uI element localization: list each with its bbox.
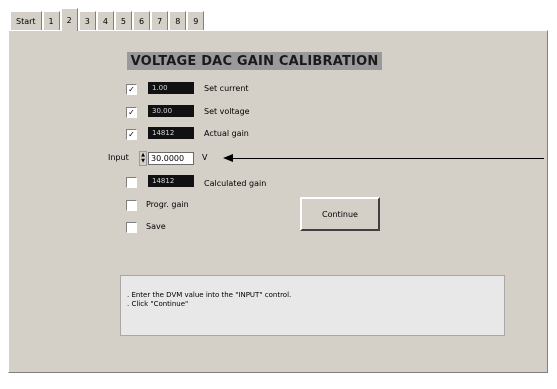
actual-gain-label: Actual gain xyxy=(204,129,249,138)
tab-7[interactable]: 7 xyxy=(151,11,169,31)
instruction-line: . Click "Continue" xyxy=(127,300,189,308)
stepper-down-icon[interactable]: ▼ xyxy=(140,158,146,164)
tab-8[interactable]: 8 xyxy=(169,11,187,31)
set-current-checkbox[interactable]: ✓ xyxy=(126,84,137,95)
tab-4[interactable]: 4 xyxy=(96,11,114,31)
instructions-box: . Enter the DVM value into the "INPUT" c… xyxy=(120,275,505,336)
tab-6[interactable]: 6 xyxy=(133,11,151,31)
prog-gain-checkbox[interactable] xyxy=(126,200,137,211)
tab-9[interactable]: 9 xyxy=(187,11,205,31)
pointer-line xyxy=(232,158,544,159)
save-checkbox[interactable] xyxy=(126,222,137,233)
input-label: Input xyxy=(108,153,129,162)
page-title: VOLTAGE DAC GAIN CALIBRATION xyxy=(127,52,382,70)
actual-gain-checkbox[interactable]: ✓ xyxy=(126,129,137,140)
set-current-label: Set current xyxy=(204,84,249,93)
calculated-gain-checkbox[interactable] xyxy=(126,177,137,188)
set-voltage-label: Set voltage xyxy=(204,107,250,116)
set-voltage-checkbox[interactable]: ✓ xyxy=(126,107,137,118)
actual-gain-indicator: 14812 xyxy=(148,127,194,139)
calculated-gain-label: Calculated gain xyxy=(204,179,267,188)
calculated-gain-indicator: 14812 xyxy=(148,175,194,187)
tab-3[interactable]: 3 xyxy=(78,11,96,31)
continue-button[interactable]: Continue xyxy=(300,197,380,231)
instruction-line: . Enter the DVM value into the "INPUT" c… xyxy=(127,291,292,299)
tab-1[interactable]: 1 xyxy=(42,11,60,31)
input-unit: V xyxy=(202,153,208,162)
set-current-indicator: 1.00 xyxy=(148,82,194,94)
tab-5[interactable]: 5 xyxy=(114,11,133,31)
set-voltage-indicator: 30.00 xyxy=(148,105,194,117)
prog-gain-label: Progr. gain xyxy=(146,200,189,209)
tab-strip: Start 1 2 3 4 5 6 7 8 9 xyxy=(10,8,205,31)
tab-2[interactable]: 2 xyxy=(60,8,78,31)
input-stepper[interactable]: ▲ ▼ xyxy=(139,151,147,166)
tab-start[interactable]: Start xyxy=(10,11,42,31)
save-label: Save xyxy=(146,222,166,231)
input-field[interactable]: 30.0000 xyxy=(148,152,194,165)
